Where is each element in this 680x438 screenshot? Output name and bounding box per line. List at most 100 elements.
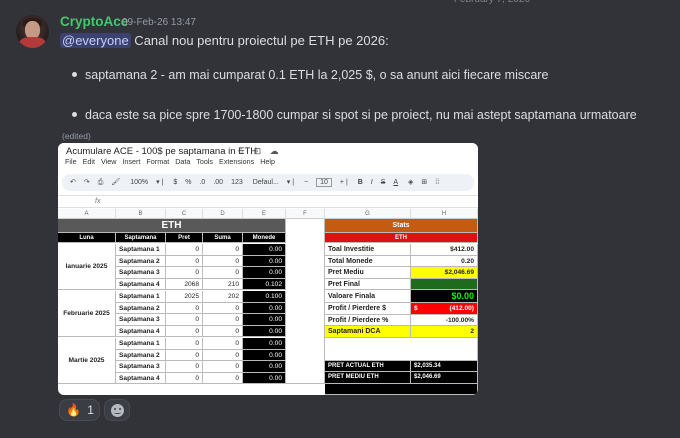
column-header[interactable]: F: [286, 209, 325, 219]
formula-bar: fx: [58, 195, 478, 208]
sheet-toolbar: ↶ ↷ ⎙ 🖌 100% ▾ | $% .0.00 123 Defaul... ▾ | −10…: [62, 174, 474, 191]
pret-cell: 2025: [166, 291, 203, 303]
menu-tools: Tools: [196, 157, 214, 166]
monede-cell: 0.00: [243, 314, 286, 326]
message-timestamp: 09-Feb-26 13:47: [122, 17, 196, 28]
redo-icon: ↷: [83, 179, 90, 186]
date-divider-fragment: February 7, 2026: [454, 0, 530, 5]
week-cell: Saptamana 4: [116, 278, 166, 290]
bullet-item: saptamana 2 - am mai cumparat 0.1 ETH la…: [60, 68, 548, 82]
menu-help: Help: [260, 157, 275, 166]
price-label: PRET ACTUAL ETH: [325, 360, 411, 372]
menu-insert: Insert: [122, 157, 141, 166]
stat-value: $ (412.00): [411, 303, 478, 315]
week-cell: Saptamana 3: [116, 361, 166, 373]
header-monede: Monede: [243, 233, 286, 243]
stat-label: Total Monede: [325, 255, 411, 267]
everyone-mention[interactable]: @everyone: [60, 33, 131, 48]
stat-value: $412.00: [411, 244, 478, 256]
monede-cell: 0.00: [243, 302, 286, 314]
menu-file: File: [65, 157, 77, 166]
suma-cell: 0: [203, 372, 243, 384]
suma-cell: 0: [203, 349, 243, 361]
pret-cell: 0: [166, 314, 203, 326]
add-reaction-icon: [111, 404, 124, 417]
paint-format-icon: 🖌: [111, 179, 121, 186]
suma-cell: 0: [203, 361, 243, 373]
monede-cell: 0.00: [243, 349, 286, 361]
stat-value: $2,046.69: [411, 267, 478, 279]
user-avatar[interactable]: [16, 15, 49, 48]
stat-label: Valoare Finala: [325, 290, 411, 303]
monede-cell: 0.00: [243, 255, 286, 267]
menu-extensions: Extensions: [219, 157, 255, 166]
week-cell: Saptamana 2: [116, 302, 166, 314]
message-line: @everyone Canal nou pentru proiectul pe …: [60, 33, 389, 48]
stat-label: Pret Mediu: [325, 267, 411, 279]
column-header[interactable]: H: [411, 209, 478, 219]
reaction-count: 1: [87, 403, 94, 417]
stat-label: Saptamani DCA: [325, 326, 411, 338]
doc-icons: ☆ ⊡ ☁: [237, 146, 282, 156]
username[interactable]: CryptoAce: [60, 14, 128, 29]
pret-cell: 0: [166, 244, 203, 256]
font-size: 10: [316, 178, 332, 187]
header-pret: Pret: [166, 233, 203, 243]
column-header[interactable]: A: [58, 209, 116, 219]
week-cell: Saptamana 1: [116, 244, 166, 256]
week-cell: Saptamana 4: [116, 372, 166, 384]
pret-cell: 0: [166, 255, 203, 267]
header-luna: Luna: [58, 233, 116, 243]
suma-cell: 0: [203, 325, 243, 337]
stat-label: Pret Final: [325, 278, 411, 290]
month-label: Ianuarie 2025: [58, 244, 116, 290]
column-header[interactable]: D: [203, 209, 243, 219]
stat-value: 2: [411, 326, 478, 338]
month-label: Februarie 2025: [58, 291, 116, 337]
suma-cell: 202: [203, 291, 243, 303]
monede-cell: 0.00: [243, 244, 286, 256]
column-header[interactable]: G: [325, 209, 411, 219]
pret-cell: 0: [166, 372, 203, 384]
add-reaction-button[interactable]: [104, 399, 130, 421]
monede-cell: 0.100: [243, 291, 286, 303]
stat-value: 0.20: [411, 255, 478, 267]
reaction-fire[interactable]: 🔥 1: [59, 399, 100, 421]
spreadsheet-attachment[interactable]: Acumulare ACE - 100$ pe saptamana in ETH…: [58, 143, 478, 395]
week-cell: Saptamana 1: [116, 291, 166, 303]
stat-value: $0.00: [411, 290, 478, 303]
pret-cell: 0: [166, 338, 203, 350]
menu-view: View: [100, 157, 117, 166]
monede-cell: 0.102: [243, 278, 286, 290]
menu-format: Format: [146, 157, 170, 166]
message-intro: Canal nou pentru proiectul pe ETH pe 202…: [130, 33, 389, 48]
menu-data: Data: [175, 157, 191, 166]
stat-value: -100.00%: [411, 314, 478, 326]
blank-column: [286, 219, 325, 384]
suma-cell: 0: [203, 338, 243, 350]
monede-cell: 0.00: [243, 372, 286, 384]
header-suma: Suma: [203, 233, 243, 243]
pret-cell: 0: [166, 349, 203, 361]
pret-cell: 0: [166, 361, 203, 373]
column-header[interactable]: C: [166, 209, 203, 219]
bullet-item: daca este sa pice spre 1700-1800 cumpar …: [60, 108, 637, 122]
stat-amount: (412.00): [449, 305, 474, 312]
month-label: Martie 2025: [58, 338, 116, 384]
week-cell: Saptamana 2: [116, 255, 166, 267]
zoom-value: 100%: [130, 179, 149, 186]
column-header[interactable]: B: [116, 209, 166, 219]
spacer: [325, 337, 478, 361]
column-header[interactable]: E: [243, 209, 286, 219]
stat-label: Profit / Pierdere $: [325, 303, 411, 315]
monede-cell: 0.00: [243, 267, 286, 279]
suma-cell: 0: [203, 267, 243, 279]
price-value: $2,035.34: [411, 360, 478, 372]
suma-cell: 0: [203, 302, 243, 314]
edited-label: (edited): [62, 131, 91, 141]
sheet-menu: File Edit View Insert Format Data Tools …: [65, 157, 275, 166]
stats-sub: ETH: [325, 233, 478, 243]
font-name: Defaul...: [252, 179, 279, 186]
pret-cell: 0: [166, 267, 203, 279]
pret-cell: 2068: [166, 278, 203, 290]
